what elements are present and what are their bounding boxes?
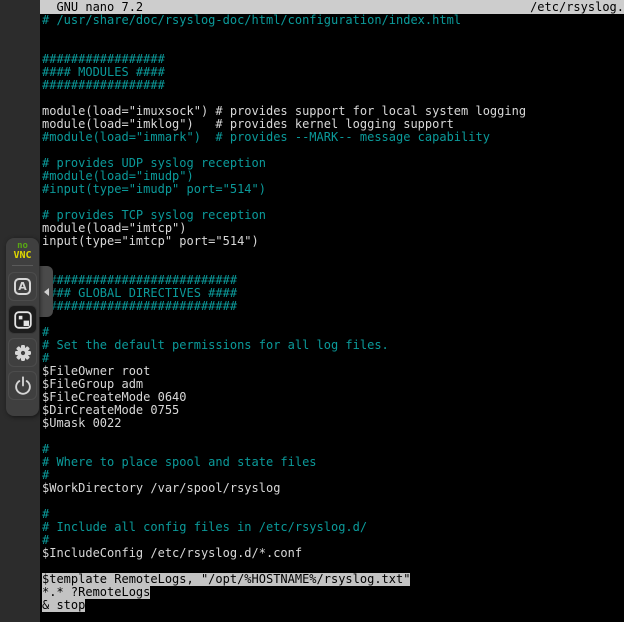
terminal-line: $WorkDirectory /var/spool/rsyslog bbox=[42, 482, 624, 495]
settings-button[interactable] bbox=[8, 338, 37, 367]
collapse-arrow-icon bbox=[44, 288, 49, 296]
vnc-viewport: GNU nano 7.2 /etc/rsyslog. # /usr/share/… bbox=[0, 0, 624, 622]
terminal-line: $IncludeConfig /etc/rsyslog.d/*.conf bbox=[42, 547, 624, 560]
terminal-line: $Umask 0022 bbox=[42, 417, 624, 430]
nano-buffer: # /usr/share/doc/rsyslog-doc/html/config… bbox=[40, 14, 624, 612]
nano-titlebar: GNU nano 7.2 /etc/rsyslog. bbox=[40, 0, 624, 14]
terminal-line: # Include all config files in /etc/rsysl… bbox=[42, 521, 624, 534]
nano-version-label: GNU nano 7.2 bbox=[42, 0, 143, 14]
terminal-line: input(type="imtcp" port="514") bbox=[42, 235, 624, 248]
terminal-line bbox=[42, 495, 624, 508]
clipboard-icon: A bbox=[14, 278, 31, 295]
gear-icon bbox=[12, 342, 34, 364]
nano-filename-label: /etc/rsyslog. bbox=[530, 0, 624, 14]
terminal-line: # /usr/share/doc/rsyslog-doc/html/config… bbox=[42, 14, 624, 27]
terminal-line: # Set the default permissions for all lo… bbox=[42, 339, 624, 352]
terminal-line: *.* ?RemoteLogs bbox=[42, 586, 624, 599]
terminal-line bbox=[42, 313, 624, 326]
terminal-line: # Where to place spool and state files bbox=[42, 456, 624, 469]
terminal-line bbox=[42, 248, 624, 261]
terminal-line bbox=[42, 430, 624, 443]
fullscreen-icon bbox=[12, 309, 34, 331]
terminal-line: #module(load="immark") # provides --MARK… bbox=[42, 131, 624, 144]
terminal-line: ########################### bbox=[42, 300, 624, 313]
fullscreen-button[interactable] bbox=[8, 305, 37, 334]
power-button[interactable] bbox=[8, 371, 37, 400]
terminal-screen[interactable]: GNU nano 7.2 /etc/rsyslog. # /usr/share/… bbox=[40, 0, 624, 622]
divider bbox=[12, 265, 33, 266]
terminal-line: & stop bbox=[42, 599, 624, 612]
clipboard-button[interactable]: A bbox=[8, 272, 37, 301]
novnc-control-bar: no VNC A bbox=[6, 238, 39, 416]
novnc-logo: no VNC bbox=[13, 242, 31, 260]
control-bar-handle[interactable] bbox=[39, 266, 53, 317]
power-icon bbox=[12, 374, 34, 398]
terminal-line bbox=[42, 27, 624, 40]
terminal-line: ################# bbox=[42, 79, 624, 92]
novnc-logo-vnc: VNC bbox=[13, 251, 31, 260]
terminal-line: $DirCreateMode 0755 bbox=[42, 404, 624, 417]
terminal-line: #input(type="imudp" port="514") bbox=[42, 183, 624, 196]
